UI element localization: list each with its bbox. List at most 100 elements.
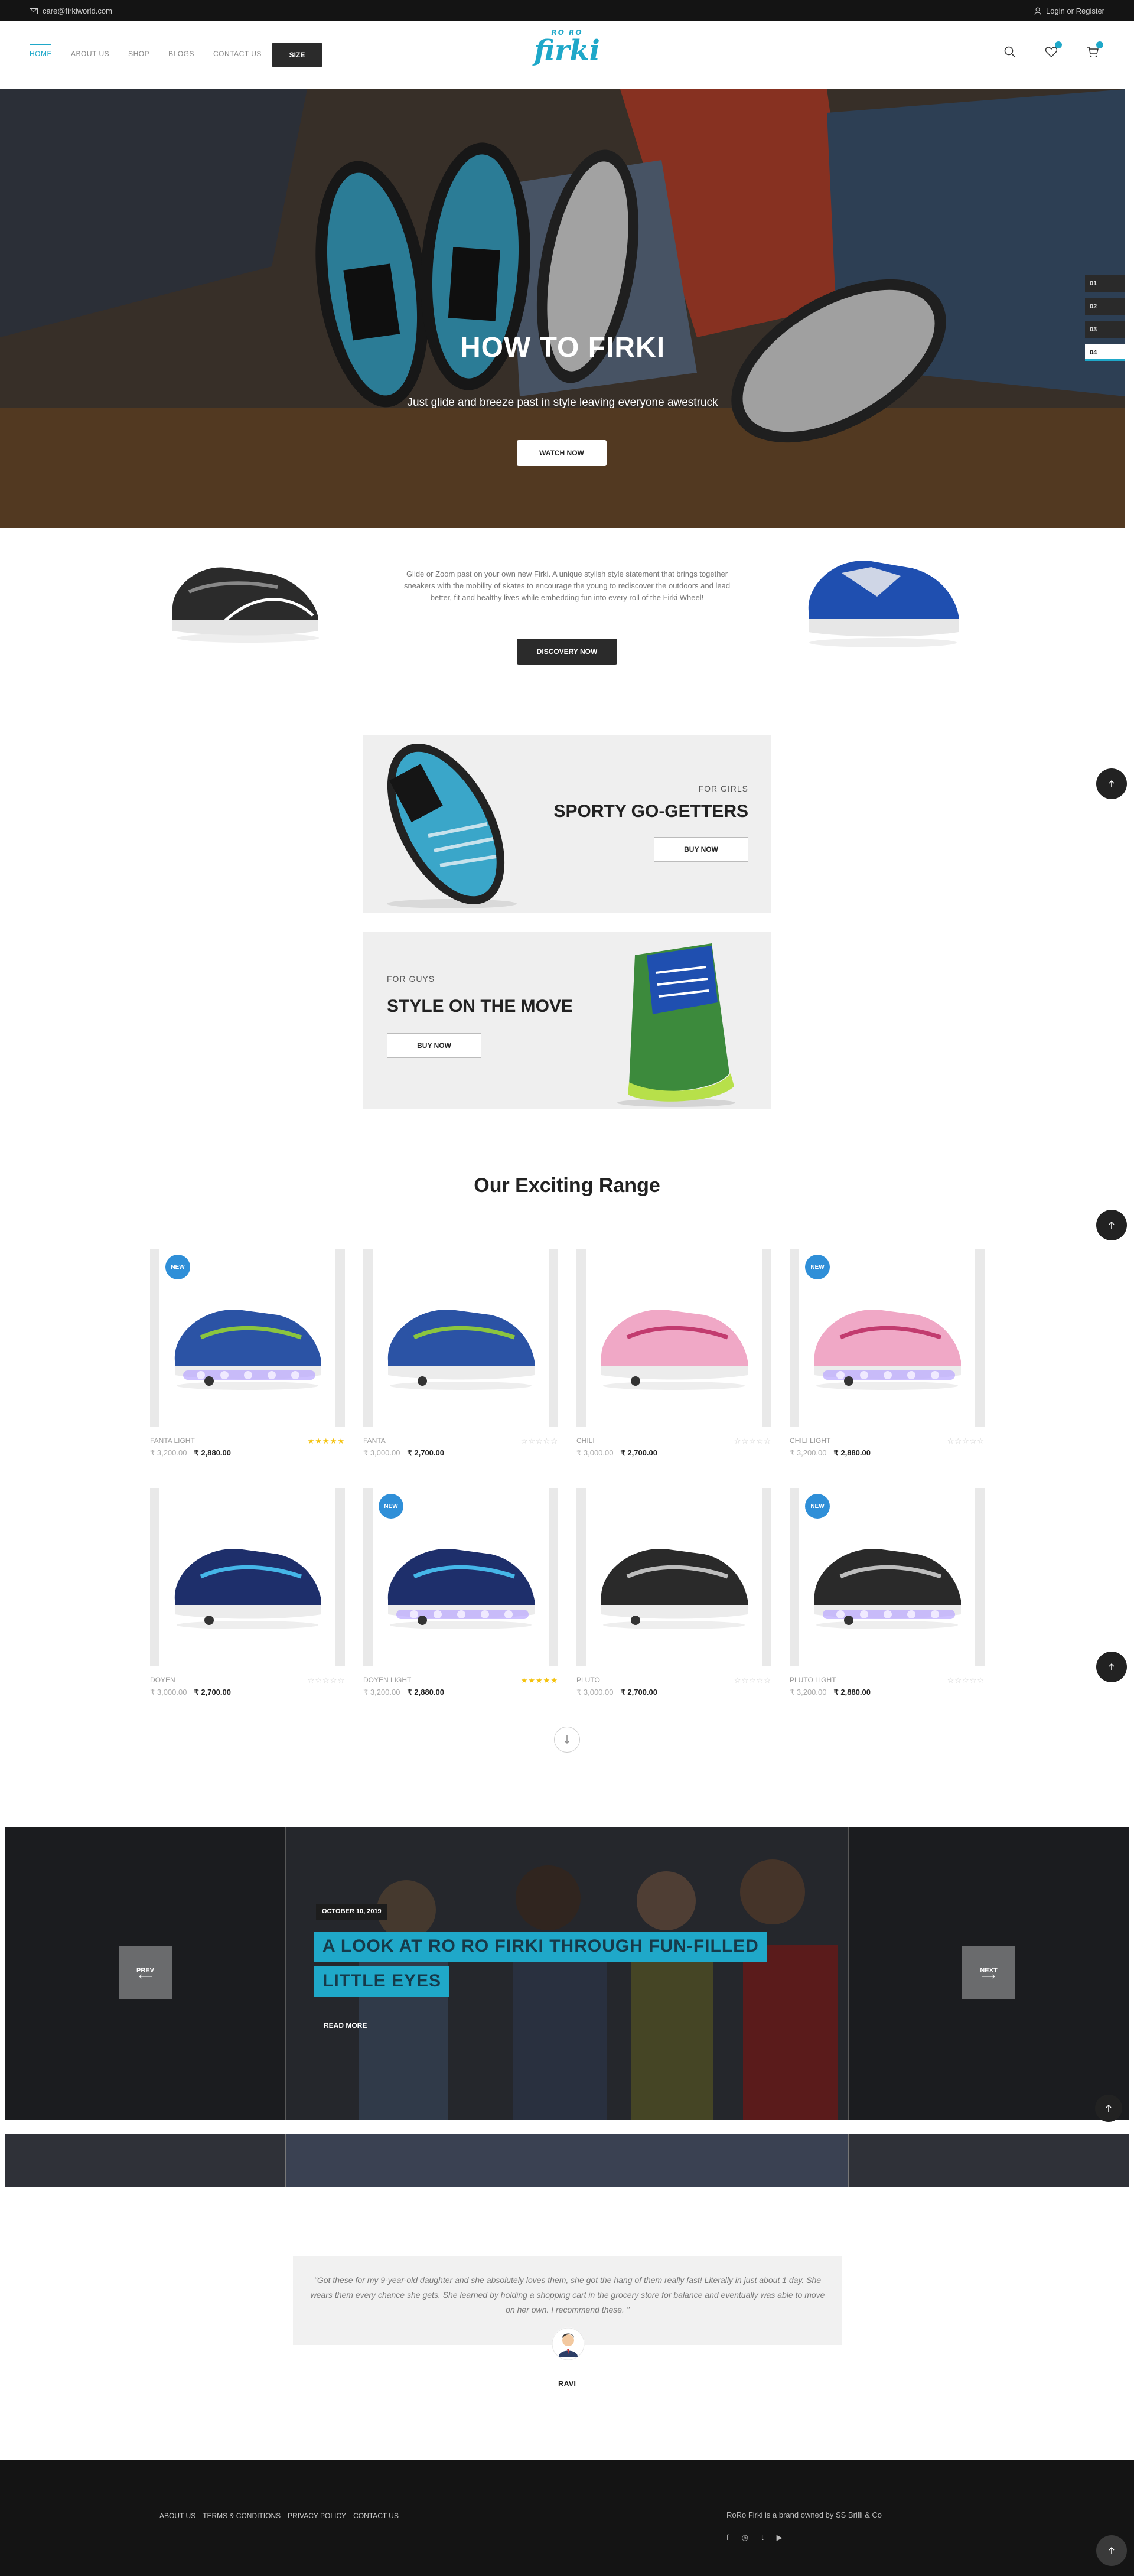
intro-shoe-right — [808, 561, 959, 647]
product-card[interactable]: NEW DOYEN LIGHT ★★★★★ ₹ 3,200.00 ₹ 2,880.00 — [363, 1488, 558, 1696]
footer-links: ABOUT US TERMS & CONDITIONS PRIVACY POLI… — [159, 2512, 399, 2520]
slide-dot-4[interactable]: 04 — [1085, 344, 1125, 361]
slide-dot-1[interactable]: 01 — [1085, 275, 1125, 292]
nav-contact-us[interactable]: CONTACT US — [213, 50, 262, 58]
product-image[interactable] — [363, 1249, 558, 1427]
blog-thumbnail-strip[interactable] — [5, 2134, 1129, 2187]
prev-button[interactable]: PREV — [119, 1946, 172, 1999]
buy-now-girls-button[interactable]: BUY NOW — [654, 837, 748, 862]
cart-button[interactable] — [1081, 40, 1104, 64]
product-image[interactable] — [576, 1249, 771, 1427]
old-price: ₹ 3,000.00 — [150, 1688, 187, 1696]
intro-shoe-left — [172, 567, 319, 643]
nav-shop[interactable]: SHOP — [128, 50, 149, 58]
product-card[interactable]: NEW PLUTO LIGHT ☆☆☆☆☆ ₹ 3,200.00 ₹ 2,880.00 — [790, 1488, 985, 1696]
promo-girls-title: SPORTY GO-GETTERS — [553, 802, 749, 821]
product-image[interactable]: NEW — [363, 1488, 558, 1666]
product-image[interactable]: NEW — [790, 1249, 985, 1427]
promo-girls-card[interactable]: FOR GIRLS SPORTY GO-GETTERS BUY NOW — [363, 735, 771, 913]
watch-now-button[interactable]: WATCH NOW — [517, 440, 607, 466]
nav-home[interactable]: HOME — [30, 44, 52, 58]
promo-guys-image — [617, 943, 735, 1107]
product-card[interactable]: NEW CHILI LIGHT ☆☆☆☆☆ ₹ 3,200.00 ₹ 2,880.00 — [790, 1249, 985, 1457]
slide-pagination: 01 02 03 04 — [1085, 275, 1125, 361]
new-badge: NEW — [379, 1494, 403, 1519]
search-icon — [1004, 46, 1016, 58]
facebook-icon[interactable]: f — [726, 2533, 729, 2542]
blog-title-line-1[interactable]: A LOOK AT RO RO FIRKI THROUGH FUN-FILLED — [314, 1932, 767, 1962]
product-card[interactable]: NEW FANTA LIGHT ★★★★★ ₹ 3,200.00 ₹ 2,880.00 — [150, 1249, 345, 1457]
scroll-top-button[interactable] — [1095, 2095, 1122, 2122]
hero-title: HOW TO FIRKI — [460, 332, 666, 363]
email-link[interactable]: care@firkiworld.com — [30, 6, 112, 15]
login-text: Login or Register — [1046, 6, 1104, 15]
blog-title-line-2[interactable]: LITTLE EYES — [314, 1966, 450, 1997]
twitter-icon[interactable]: t — [761, 2533, 764, 2542]
old-price: ₹ 3,200.00 — [790, 1448, 827, 1457]
read-more-link[interactable]: READ MORE — [324, 2021, 367, 2030]
rating-stars-icon: ★★★★★ — [307, 1437, 345, 1445]
promo-guys-card[interactable]: FOR GUYS STYLE ON THE MOVE BUY NOW — [363, 932, 771, 1109]
scroll-top-button[interactable] — [1096, 2535, 1127, 2566]
wishlist-button[interactable] — [1040, 40, 1063, 64]
discover-now-button[interactable]: DISCOVERY NOW — [517, 639, 617, 665]
testimonial-quote: "Got these for my 9-year-old daughter an… — [310, 2275, 825, 2314]
product-price: ₹ 3,000.00 ₹ 2,700.00 — [150, 1688, 231, 1697]
promo-girls-image — [387, 744, 517, 908]
scroll-top-button[interactable] — [1096, 1210, 1127, 1240]
arrow-right-icon — [982, 1974, 995, 1979]
rating-stars-icon: ☆☆☆☆☆ — [947, 1676, 985, 1685]
product-image[interactable] — [150, 1488, 345, 1666]
size-button[interactable]: SIZE — [272, 43, 322, 67]
search-button[interactable] — [998, 40, 1022, 64]
site-footer: ABOUT US TERMS & CONDITIONS PRIVACY POLI… — [0, 2460, 1134, 2576]
footer-link-contact-us[interactable]: CONTACT US — [353, 2512, 399, 2520]
new-badge: NEW — [805, 1494, 830, 1519]
load-more-button[interactable] — [554, 1727, 580, 1753]
main-nav: HOME ABOUT US SHOP BLOGS CONTACT US — [30, 44, 262, 58]
site-logo[interactable]: RO RO firki — [526, 28, 608, 76]
arrow-down-icon — [564, 1735, 570, 1744]
rating-stars-icon: ☆☆☆☆☆ — [307, 1676, 345, 1685]
footer-link-about-us[interactable]: ABOUT US — [159, 2512, 195, 2520]
product-price: ₹ 3,000.00 ₹ 2,700.00 — [576, 1688, 657, 1697]
old-price: ₹ 3,200.00 — [790, 1688, 827, 1696]
old-price: ₹ 3,200.00 — [150, 1448, 187, 1457]
blog-background-image — [5, 1827, 1129, 2120]
top-bar: care@firkiworld.com Login or Register — [0, 0, 1134, 21]
footer-link-privacy[interactable]: PRIVACY POLICY — [288, 2512, 346, 2520]
next-button[interactable]: NEXT — [962, 1946, 1015, 1999]
instagram-icon[interactable]: ◎ — [742, 2533, 748, 2542]
product-grid: NEW FANTA LIGHT ★★★★★ ₹ 3,200.00 ₹ 2,880.00 F… — [150, 1249, 985, 1696]
slide-dot-3[interactable]: 03 — [1085, 321, 1125, 338]
product-price: ₹ 3,200.00 ₹ 2,880.00 — [150, 1448, 231, 1458]
nav-blogs[interactable]: BLOGS — [168, 50, 194, 58]
footer-link-terms[interactable]: TERMS & CONDITIONS — [203, 2512, 281, 2520]
arrow-up-icon — [1109, 1663, 1115, 1670]
youtube-icon[interactable]: ▶ — [777, 2533, 783, 2542]
scroll-top-button[interactable] — [1096, 768, 1127, 799]
current-price: ₹ 2,700.00 — [194, 1688, 232, 1696]
email-text: care@firkiworld.com — [43, 6, 112, 15]
promo-guys-title: STYLE ON THE MOVE — [387, 996, 573, 1016]
range-title: Our Exciting Range — [474, 1174, 660, 1197]
arrow-up-icon — [1109, 780, 1115, 787]
current-price: ₹ 2,700.00 — [620, 1448, 658, 1457]
product-image[interactable]: NEW — [790, 1488, 985, 1666]
buy-now-guys-button[interactable]: BUY NOW — [387, 1033, 481, 1058]
old-price: ₹ 3,000.00 — [576, 1448, 614, 1457]
scroll-top-button[interactable] — [1096, 1652, 1127, 1682]
product-card[interactable]: PLUTO ☆☆☆☆☆ ₹ 3,000.00 ₹ 2,700.00 — [576, 1488, 771, 1696]
product-card[interactable]: FANTA ☆☆☆☆☆ ₹ 3,000.00 ₹ 2,700.00 — [363, 1249, 558, 1457]
nav-about-us[interactable]: ABOUT US — [71, 50, 109, 58]
product-shoe-image — [601, 1549, 748, 1629]
promo-guys-tag: FOR GUYS — [387, 974, 435, 983]
product-card[interactable]: CHILI ☆☆☆☆☆ ₹ 3,000.00 ₹ 2,700.00 — [576, 1249, 771, 1457]
product-card[interactable]: DOYEN ☆☆☆☆☆ ₹ 3,000.00 ₹ 2,700.00 — [150, 1488, 345, 1696]
login-register-link[interactable]: Login or Register — [1034, 6, 1104, 15]
product-image[interactable] — [576, 1488, 771, 1666]
arrow-up-icon — [1106, 2104, 1112, 2112]
product-image[interactable]: NEW — [150, 1249, 345, 1427]
product-price: ₹ 3,200.00 ₹ 2,880.00 — [790, 1448, 871, 1458]
slide-dot-2[interactable]: 02 — [1085, 298, 1125, 315]
